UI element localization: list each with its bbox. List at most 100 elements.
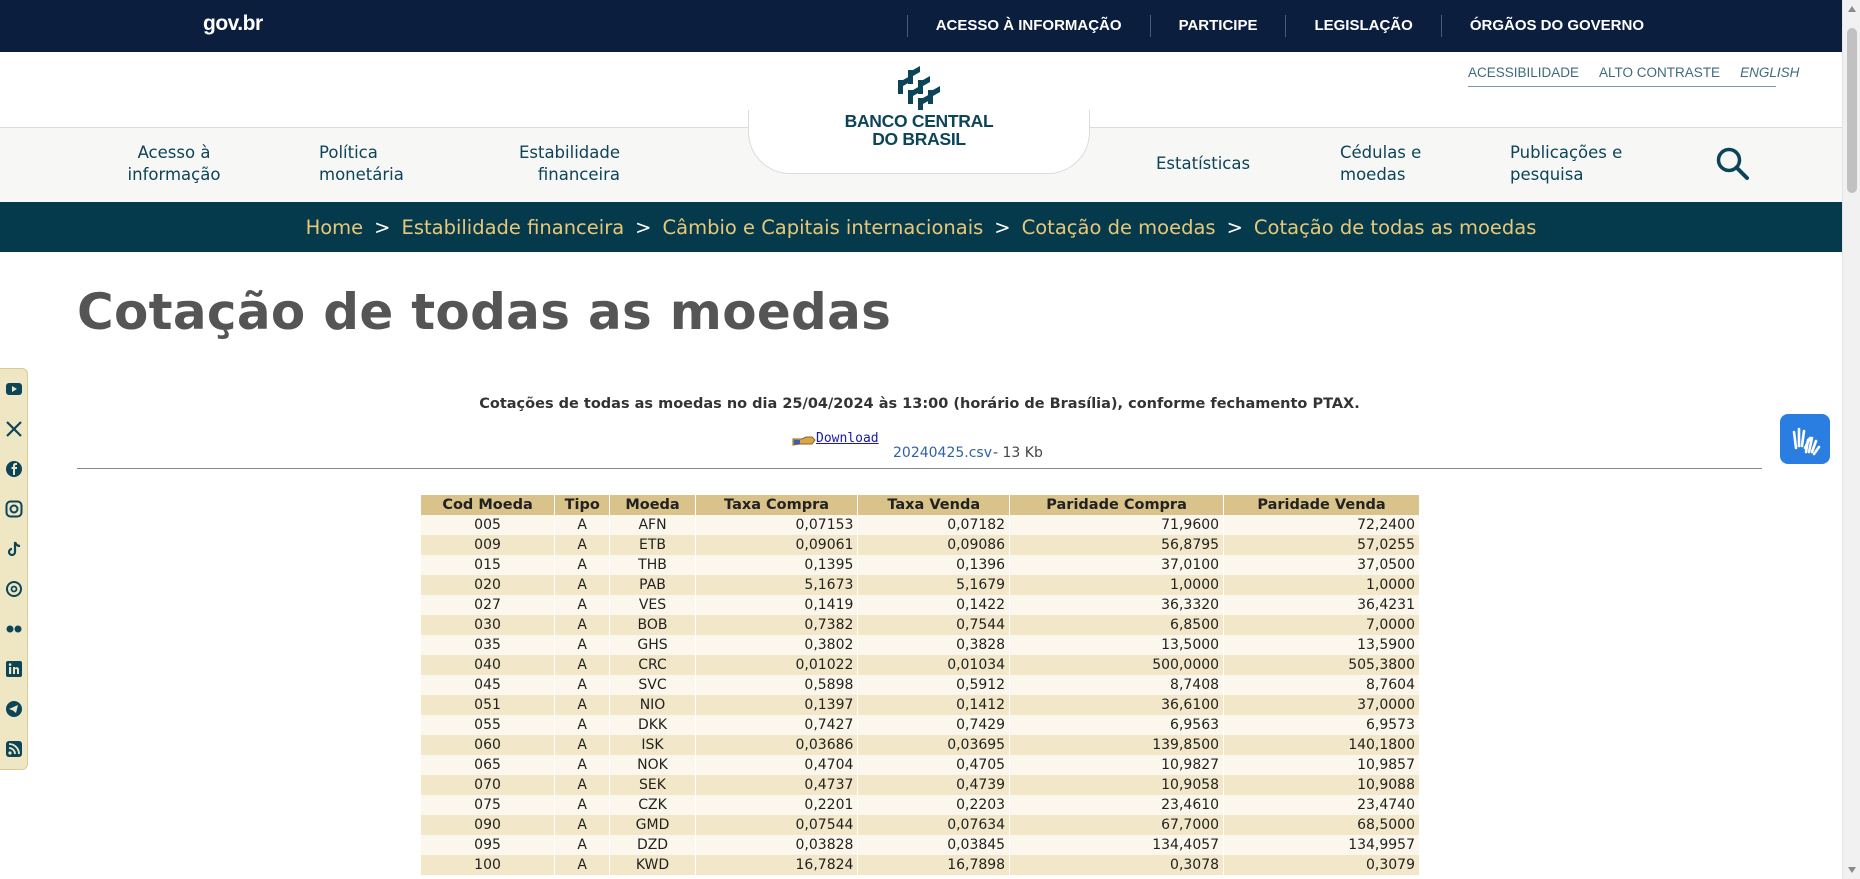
cell-taxa-compra: 0,3802 — [695, 635, 859, 655]
crumb-home[interactable]: Home — [306, 216, 364, 239]
crumb-estabilidade[interactable]: Estabilidade financeira — [402, 216, 625, 239]
cell-tipo: A — [554, 675, 611, 695]
cell-paridade-venda: 37,0500 — [1223, 555, 1420, 575]
col-moeda: Moeda — [609, 495, 696, 515]
cell-taxa-compra: 0,5898 — [695, 675, 859, 695]
cell-moeda: DZD — [609, 835, 696, 855]
cell-moeda: SEK — [609, 775, 696, 795]
cell-paridade-compra: 13,5000 — [1009, 635, 1225, 655]
cell-cod-moeda: 005 — [421, 515, 556, 535]
table-row: 075 A CZK 0,2201 0,2203 23,4610 23,4740 — [421, 795, 1420, 815]
divider — [77, 468, 1762, 469]
cell-paridade-compra: 500,0000 — [1009, 655, 1225, 675]
cell-taxa-compra: 0,09061 — [695, 535, 859, 555]
tiktok-icon[interactable] — [5, 540, 23, 558]
crumb-current[interactable]: Cotação de todas as moedas — [1254, 216, 1537, 239]
crumb-separator: > — [994, 215, 1011, 239]
link-acesso-informacao[interactable]: ACESSO À INFORMAÇÃO — [906, 15, 1150, 37]
table-row: 015 A THB 0,1395 0,1396 37,0100 37,0500 — [421, 555, 1420, 575]
nav-publicacoes-pesquisa[interactable]: Publicações e pesquisa — [1510, 142, 1635, 186]
instagram-icon[interactable] — [5, 500, 23, 518]
cell-paridade-compra: 6,8500 — [1009, 615, 1225, 635]
telegram-icon[interactable] — [5, 700, 23, 718]
cell-moeda: ETB — [609, 535, 696, 555]
link-acessibilidade[interactable]: ACESSIBILIDADE — [1468, 65, 1579, 80]
govbr-logo[interactable]: gov.br — [203, 12, 263, 36]
cell-paridade-compra: 6,9563 — [1009, 715, 1225, 735]
download-link[interactable]: Download — [816, 431, 879, 446]
scroll-thumb[interactable] — [1847, 28, 1857, 193]
vlibras-button[interactable] — [1780, 414, 1830, 464]
cell-paridade-venda: 8,7604 — [1223, 675, 1420, 695]
cell-taxa-compra: 0,07153 — [695, 515, 859, 535]
table-row: 040 A CRC 0,01022 0,01034 500,0000 505,3800 — [421, 655, 1420, 675]
cell-paridade-compra: 1,0000 — [1009, 575, 1225, 595]
cell-cod-moeda: 030 — [421, 615, 556, 635]
cell-paridade-venda: 13,5900 — [1223, 635, 1420, 655]
social-sidebar — [0, 368, 28, 770]
cell-tipo: A — [554, 735, 611, 755]
cell-tipo: A — [554, 595, 611, 615]
cell-cod-moeda: 100 — [421, 855, 556, 875]
col-taxa-venda: Taxa Venda — [857, 495, 1011, 515]
link-english[interactable]: ENGLISH — [1740, 65, 1799, 80]
cell-taxa-venda: 0,03845 — [857, 835, 1011, 855]
table-row: 027 A VES 0,1419 0,1422 36,3320 36,4231 — [421, 595, 1420, 615]
csv-file-link[interactable]: 20240425.csv — [893, 445, 992, 461]
link-legislacao[interactable]: LEGISLAÇÃO — [1285, 15, 1440, 37]
youtube-icon[interactable] — [5, 380, 23, 398]
cell-paridade-venda: 1,0000 — [1223, 575, 1420, 595]
cell-taxa-compra: 0,7382 — [695, 615, 859, 635]
cell-paridade-venda: 0,3079 — [1223, 855, 1420, 875]
flickr-icon[interactable] — [5, 620, 23, 638]
cell-moeda: CRC — [609, 655, 696, 675]
cell-taxa-venda: 0,5912 — [857, 675, 1011, 695]
scroll-down-arrow-icon[interactable] — [1848, 867, 1856, 873]
nav-acesso-informacao[interactable]: Acesso à informação — [119, 142, 229, 186]
cell-paridade-venda: 23,4740 — [1223, 795, 1420, 815]
search-icon[interactable] — [1715, 146, 1751, 182]
rss-icon[interactable] — [5, 740, 23, 758]
crumb-cotacao-moedas[interactable]: Cotação de moedas — [1022, 216, 1216, 239]
cell-cod-moeda: 065 — [421, 755, 556, 775]
cell-paridade-compra: 71,9600 — [1009, 515, 1225, 535]
cell-cod-moeda: 040 — [421, 655, 556, 675]
link-orgaos-governo[interactable]: ÓRGÃOS DO GOVERNO — [1440, 15, 1672, 37]
nav-politica-monetaria[interactable]: Política monetária — [319, 142, 419, 186]
cell-paridade-venda: 6,9573 — [1223, 715, 1420, 735]
nav-estatisticas[interactable]: Estatísticas — [1156, 153, 1250, 175]
cell-taxa-venda: 16,7898 — [857, 855, 1011, 875]
link-alto-contraste[interactable]: ALTO CONTRASTE — [1599, 65, 1720, 80]
cell-tipo: A — [554, 615, 611, 635]
facebook-icon[interactable] — [5, 460, 23, 478]
download-hand-icon[interactable] — [792, 434, 816, 448]
cell-moeda: AFN — [609, 515, 696, 535]
crumb-separator: > — [635, 215, 652, 239]
cell-tipo: A — [554, 795, 611, 815]
download-block: Download 20240425.csv - 13 Kb — [792, 430, 1092, 462]
quote-info-text: Cotações de todas as moedas no dia 25/04… — [479, 396, 1360, 412]
threads-icon[interactable] — [5, 580, 23, 598]
cell-cod-moeda: 020 — [421, 575, 556, 595]
nav-estabilidade-financeira[interactable]: Estabilidade financeira — [505, 142, 620, 186]
bcb-logo[interactable]: BANCO CENTRAL DO BRASIL — [838, 66, 1000, 162]
x-icon[interactable] — [5, 420, 23, 438]
bcb-emblem-icon — [898, 66, 940, 110]
table-row: 065 A NOK 0,4704 0,4705 10,9827 10,9857 — [421, 755, 1420, 775]
cell-taxa-venda: 0,3828 — [857, 635, 1011, 655]
crumb-cambio[interactable]: Câmbio e Capitais internacionais — [663, 216, 984, 239]
breadcrumb: Home > Estabilidade financeira > Câmbio … — [0, 202, 1842, 252]
cell-tipo: A — [554, 815, 611, 835]
cell-tipo: A — [554, 695, 611, 715]
linkedin-icon[interactable] — [5, 660, 23, 678]
nav-cedulas-moedas[interactable]: Cédulas e moedas — [1340, 142, 1430, 186]
link-participe[interactable]: PARTICIPE — [1149, 15, 1286, 37]
vertical-scrollbar[interactable] — [1842, 0, 1860, 879]
scroll-up-arrow-icon[interactable] — [1848, 6, 1856, 12]
cell-paridade-compra: 10,9058 — [1009, 775, 1225, 795]
cell-taxa-venda: 0,09086 — [857, 535, 1011, 555]
table-row: 020 A PAB 5,1673 5,1679 1,0000 1,0000 — [421, 575, 1420, 595]
cell-paridade-compra: 36,6100 — [1009, 695, 1225, 715]
cell-cod-moeda: 075 — [421, 795, 556, 815]
cell-paridade-venda: 57,0255 — [1223, 535, 1420, 555]
